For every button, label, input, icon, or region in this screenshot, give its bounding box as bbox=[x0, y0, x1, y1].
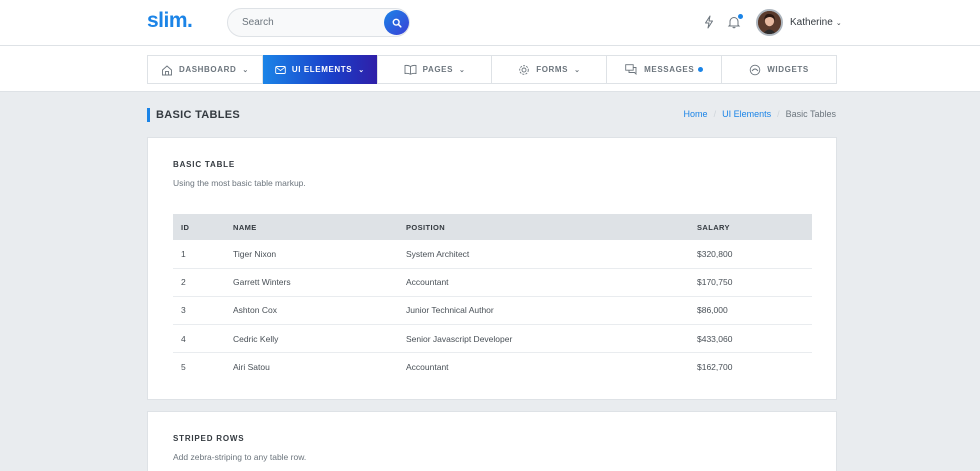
gear-icon bbox=[519, 64, 529, 75]
cell-salary: $86,000 bbox=[689, 296, 812, 326]
breadcrumb-ui-elements[interactable]: UI Elements bbox=[722, 109, 771, 119]
cell-salary: $170,750 bbox=[689, 268, 812, 297]
table-row: 1 Tiger Nixon System Architect $320,800 bbox=[173, 240, 812, 269]
basic-table: ID NAME POSITION SALARY 1 Tiger Nixon Sy… bbox=[173, 214, 812, 381]
gauge-icon bbox=[750, 64, 761, 75]
search-button[interactable] bbox=[384, 10, 409, 35]
nav-label: PAGES bbox=[422, 65, 454, 74]
card-subtitle: Add zebra-striping to any table row. bbox=[173, 452, 307, 462]
home-icon bbox=[162, 64, 172, 75]
top-header: slim. Katherine ⌄ bbox=[0, 0, 980, 46]
column-header-salary: SALARY bbox=[697, 222, 730, 232]
nav-item-widgets[interactable]: WIDGETS bbox=[722, 56, 836, 83]
breadcrumb: Home / UI Elements / Basic Tables bbox=[684, 109, 836, 119]
cell-name: Cedric Kelly bbox=[225, 324, 398, 354]
chevron-down-icon: ⌄ bbox=[459, 66, 466, 74]
cell-id: 4 bbox=[173, 324, 225, 354]
nav-label: UI ELEMENTS bbox=[291, 65, 353, 74]
column-header-id: ID bbox=[181, 222, 190, 232]
unread-dot bbox=[698, 67, 704, 72]
chevron-down-icon: ⌄ bbox=[358, 66, 365, 74]
notification-dot bbox=[738, 14, 743, 19]
nav-item-dashboard[interactable]: DASHBOARD ⌄ bbox=[148, 56, 263, 83]
breadcrumb-current: Basic Tables bbox=[785, 109, 836, 119]
avatar[interactable] bbox=[756, 9, 783, 36]
search-icon bbox=[392, 18, 402, 28]
cell-salary: $433,060 bbox=[689, 324, 812, 354]
book-icon bbox=[404, 64, 417, 75]
username: Katherine bbox=[790, 17, 833, 28]
bolt-icon[interactable] bbox=[700, 13, 718, 31]
breadcrumb-separator: / bbox=[713, 109, 717, 119]
table-row: 5 Airi Satou Accountant $162,700 bbox=[173, 353, 812, 381]
chat-icon bbox=[625, 64, 637, 75]
envelope-icon bbox=[275, 65, 286, 74]
table-header-row: ID NAME POSITION SALARY bbox=[173, 214, 812, 240]
search-box bbox=[227, 8, 410, 37]
chevron-down-icon: ⌄ bbox=[835, 19, 842, 27]
page-title: BASIC TABLES bbox=[147, 108, 240, 122]
cell-salary: $162,700 bbox=[697, 362, 733, 373]
column-header-position: POSITION bbox=[406, 222, 446, 232]
table-row: 2 Garrett Winters Accountant $170,750 bbox=[173, 268, 812, 297]
cell-position: Accountant bbox=[406, 362, 449, 373]
nav-item-pages[interactable]: PAGES ⌄ bbox=[378, 56, 493, 83]
card-subtitle: Using the most basic table markup. bbox=[173, 178, 306, 188]
cell-id: 3 bbox=[173, 296, 225, 326]
cell-position: System Architect bbox=[398, 240, 689, 269]
table-row: 3 Ashton Cox Junior Technical Author $86… bbox=[173, 296, 812, 326]
cell-id: 1 bbox=[173, 240, 225, 269]
nav-item-messages[interactable]: MESSAGES bbox=[607, 56, 723, 83]
user-menu[interactable]: Katherine ⌄ bbox=[790, 17, 842, 28]
breadcrumb-home[interactable]: Home bbox=[684, 109, 708, 119]
nav-item-ui-elements[interactable]: UI ELEMENTS ⌄ bbox=[262, 55, 378, 84]
cell-position: Senior Javascript Developer bbox=[398, 324, 689, 354]
cell-position: Junior Technical Author bbox=[398, 296, 689, 326]
cell-salary: $320,800 bbox=[689, 240, 812, 269]
breadcrumb-separator: / bbox=[777, 109, 780, 119]
bell-icon[interactable] bbox=[725, 13, 743, 31]
chevron-down-icon: ⌄ bbox=[574, 66, 581, 74]
nav-menu: DASHBOARD ⌄ UI ELEMENTS ⌄ PAGES ⌄ FORMS … bbox=[147, 55, 837, 84]
cell-name: Tiger Nixon bbox=[225, 240, 398, 269]
cell-id: 5 bbox=[181, 362, 186, 373]
nav-label: FORMS bbox=[536, 65, 569, 74]
striped-table-card: STRIPED ROWS Add zebra-striping to any t… bbox=[147, 411, 837, 471]
logo[interactable]: slim. bbox=[147, 9, 193, 33]
cell-position: Accountant bbox=[398, 268, 689, 297]
nav-label: MESSAGES bbox=[644, 65, 695, 74]
cell-name: Garrett Winters bbox=[225, 268, 398, 297]
main-navbar: DASHBOARD ⌄ UI ELEMENTS ⌄ PAGES ⌄ FORMS … bbox=[0, 46, 980, 92]
column-header-name: NAME bbox=[233, 222, 257, 232]
table-row: 4 Cedric Kelly Senior Javascript Develop… bbox=[173, 324, 812, 354]
card-title: STRIPED ROWS bbox=[173, 434, 245, 443]
nav-label: DASHBOARD bbox=[178, 65, 237, 74]
basic-table-card: BASIC TABLE Using the most basic table m… bbox=[147, 137, 837, 400]
card-title: BASIC TABLE bbox=[173, 160, 235, 169]
nav-item-forms[interactable]: FORMS ⌄ bbox=[492, 56, 608, 83]
cell-id: 2 bbox=[173, 268, 225, 297]
cell-name: Ashton Cox bbox=[225, 296, 398, 326]
chevron-down-icon: ⌄ bbox=[242, 66, 249, 74]
nav-label: WIDGETS bbox=[767, 65, 809, 74]
cell-name: Airi Satou bbox=[233, 362, 270, 373]
search-input[interactable] bbox=[228, 9, 378, 36]
